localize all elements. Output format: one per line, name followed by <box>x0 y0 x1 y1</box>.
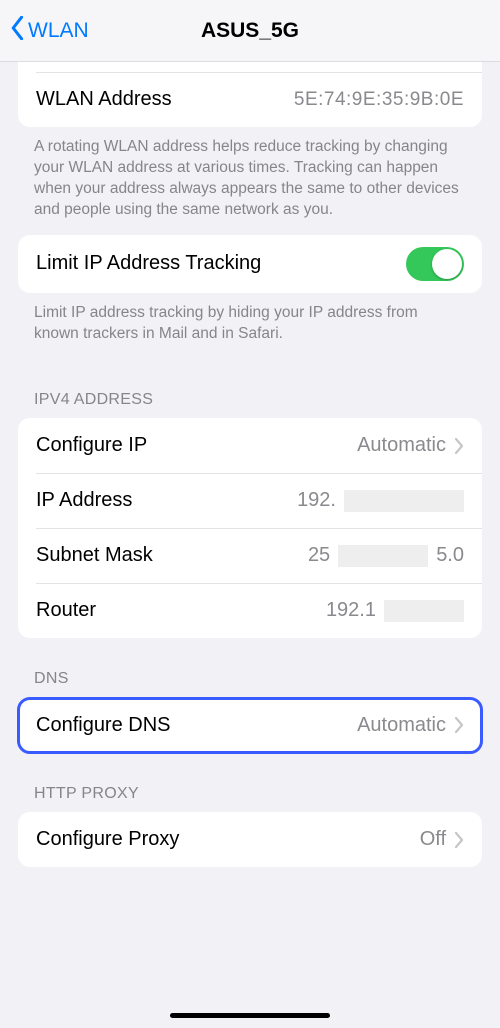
dns-label: Configure DNS <box>36 714 171 737</box>
home-indicator[interactable] <box>170 1013 330 1018</box>
proxy-value: Off <box>420 828 446 851</box>
group-ipv4: Configure IP Automatic IP Address 192. S… <box>18 418 482 638</box>
rotate-footer: A rotating WLAN address helps reduce tra… <box>0 127 500 235</box>
proxy-label: Configure Proxy <box>36 828 179 851</box>
redaction <box>384 600 464 622</box>
wlan-address-label: WLAN Address <box>36 88 172 111</box>
configure-ip-value: Automatic <box>357 434 446 457</box>
back-label: WLAN <box>28 19 89 43</box>
ip-label: IP Address <box>36 489 132 512</box>
mask-label: Subnet Mask <box>36 544 153 567</box>
dns-value: Automatic <box>357 714 446 737</box>
row-configure-ip[interactable]: Configure IP Automatic <box>18 418 482 473</box>
redaction <box>344 490 464 512</box>
chevron-right-icon <box>454 832 464 848</box>
chevron-right-icon <box>454 438 464 454</box>
ipv4-header: IPV4 ADDRESS <box>0 359 500 419</box>
group-dns: Configure DNS Automatic <box>18 698 482 753</box>
router-label: Router <box>36 599 96 622</box>
row-wlan-address: WLAN Address 5E:74:9E:35:9B:0E <box>18 72 482 127</box>
mask-value: 255.0 <box>308 544 464 567</box>
row-configure-dns[interactable]: Configure DNS Automatic <box>18 698 482 753</box>
row-rotate-wlan[interactable]: Rotate WLAN Address <box>18 62 482 72</box>
content-scroll[interactable]: Rotate WLAN Address WLAN Address 5E:74:9… <box>0 62 500 1028</box>
group-wlan-address: Rotate WLAN Address WLAN Address 5E:74:9… <box>18 62 482 127</box>
limit-label: Limit IP Address Tracking <box>36 252 261 275</box>
redaction <box>338 545 428 567</box>
row-configure-proxy[interactable]: Configure Proxy Off <box>18 812 482 867</box>
dns-header: DNS <box>0 638 500 698</box>
back-button[interactable]: WLAN <box>0 16 89 46</box>
configure-ip-label: Configure IP <box>36 434 147 457</box>
limit-footer: Limit IP address tracking by hiding your… <box>0 293 500 359</box>
limit-toggle[interactable] <box>406 247 464 281</box>
row-router: Router 192.1 <box>18 583 482 638</box>
proxy-header: HTTP PROXY <box>0 753 500 813</box>
row-ip-address: IP Address 192. <box>18 473 482 528</box>
row-limit-tracking[interactable]: Limit IP Address Tracking <box>18 235 482 293</box>
nav-bar: WLAN ASUS_5G <box>0 0 500 62</box>
group-proxy: Configure Proxy Off <box>18 812 482 867</box>
row-subnet-mask: Subnet Mask 255.0 <box>18 528 482 583</box>
wlan-address-value: 5E:74:9E:35:9B:0E <box>294 89 464 111</box>
group-limit-tracking: Limit IP Address Tracking <box>18 235 482 293</box>
chevron-right-icon <box>454 717 464 733</box>
router-value: 192.1 <box>326 599 464 622</box>
ip-value: 192. <box>297 489 464 512</box>
chevron-left-icon <box>10 16 26 46</box>
